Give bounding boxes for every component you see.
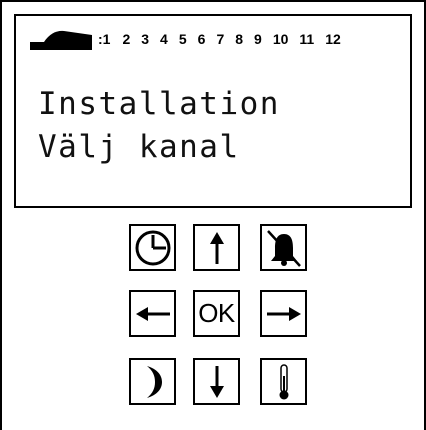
ok-label: OK	[198, 298, 235, 328]
channel-5: 5	[178, 31, 187, 47]
channel-1: :1	[98, 31, 111, 47]
clock-button[interactable]	[129, 224, 176, 271]
arrow-left-icon	[135, 306, 170, 321]
status-bar: :1 2 3 4 5 6 7 8 9 10 11 12	[30, 28, 341, 50]
arrow-down-icon	[209, 365, 224, 398]
night-mode-button[interactable]	[129, 358, 176, 405]
down-button[interactable]	[193, 358, 240, 405]
thermometer-icon	[279, 363, 288, 399]
temperature-button[interactable]	[260, 358, 307, 405]
lcd-display: :1 2 3 4 5 6 7 8 9 10 11 12 Installation…	[14, 14, 412, 208]
bell-off-icon	[266, 229, 301, 267]
channel-4: 4	[160, 31, 168, 47]
antenna-icon	[30, 30, 92, 50]
channel-list: :1 2 3 4 5 6 7 8 9 10 11 12	[98, 31, 341, 47]
channel-3: 3	[141, 31, 150, 47]
arrow-right-icon	[266, 306, 301, 321]
left-button[interactable]	[129, 290, 176, 337]
channel-6: 6	[197, 31, 206, 47]
display-line-1: Installation	[38, 86, 280, 122]
channel-2: 2	[122, 31, 131, 47]
display-line-2: Välj kanal	[38, 129, 240, 165]
channel-11: 11	[299, 31, 315, 47]
channel-10: 10	[272, 31, 289, 47]
right-button[interactable]	[260, 290, 307, 337]
up-button[interactable]	[193, 224, 240, 271]
moon-icon	[146, 365, 162, 398]
channel-8: 8	[235, 31, 244, 47]
clock-icon	[135, 230, 170, 265]
arrow-up-icon	[209, 231, 224, 264]
channel-9: 9	[254, 31, 262, 47]
channel-7: 7	[216, 31, 225, 47]
channel-12: 12	[325, 31, 341, 47]
ok-button[interactable]: OK	[193, 290, 240, 337]
alarm-off-button[interactable]	[260, 224, 307, 271]
